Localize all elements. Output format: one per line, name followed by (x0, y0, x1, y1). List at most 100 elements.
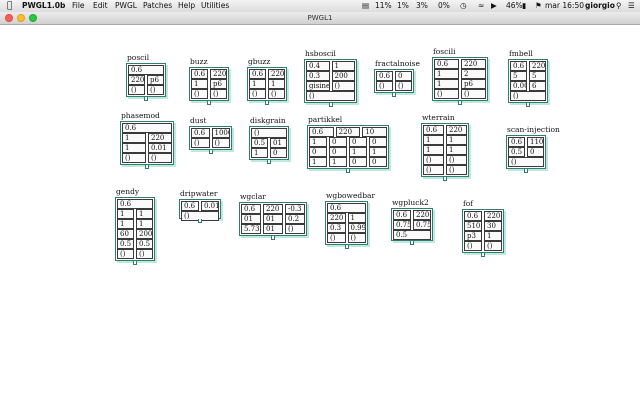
box-input-field[interactable]: 1 (191, 79, 208, 89)
box-input-field[interactable]: 0 (309, 147, 327, 157)
box-input-field[interactable]: 1 (329, 157, 347, 167)
box-input-field[interactable]: 5.735 (241, 224, 261, 234)
box-fractalnoise[interactable]: fractalnoise 0.6 0()() (374, 59, 420, 97)
box-outlet[interactable] (133, 261, 137, 265)
box-input-field[interactable]: 0.6 (191, 69, 208, 79)
box-outlet[interactable] (144, 97, 148, 101)
box-partikkel[interactable]: partikkel 0.6 220 10 1 0 0 0 0 0 1 1 1 1 0 0 (307, 115, 389, 173)
box-input-field[interactable]: 1 (251, 148, 268, 158)
box-input-field[interactable]: 0.6 (309, 127, 334, 137)
box-input-field[interactable]: 220 (335, 127, 361, 137)
box-input-field[interactable]: 1 (331, 61, 355, 71)
box-input-field[interactable]: () (461, 89, 486, 99)
box-wgclar[interactable]: wgclar0.6220-0.301010.25.73501() (239, 192, 307, 240)
box-input-field[interactable]: () (122, 153, 146, 163)
box-input-field[interactable]: () (191, 89, 208, 99)
box-input-field[interactable]: p3 (464, 231, 482, 241)
box-input-field[interactable]: 0.6 (327, 203, 366, 213)
box-input-field[interactable]: 01 (263, 214, 283, 224)
box-input-field[interactable]: 220 (484, 211, 502, 221)
box-input-field[interactable]: p6 (210, 79, 227, 89)
apple-icon[interactable]:  (7, 0, 12, 12)
box-input-field[interactable]: 0.75 (413, 220, 431, 230)
box-input-field[interactable]: 60 (117, 229, 134, 239)
box-input-field[interactable]: 0 (329, 147, 347, 157)
box-outlet[interactable] (346, 169, 350, 173)
box-input-field[interactable]: 220 (446, 125, 467, 135)
box-input-field[interactable]: 5 (529, 71, 546, 81)
box-input-field[interactable]: 0 (349, 137, 367, 147)
box-input-field[interactable]: 2000 (136, 229, 153, 239)
box-input-field[interactable]: () (395, 81, 412, 91)
box-input-field[interactable]: 1 (268, 79, 285, 89)
box-input-field[interactable]: 0.6 (508, 137, 525, 147)
box-input-field[interactable]: 0 (527, 147, 544, 157)
box-buzz[interactable]: buzz 0.6 220 1 p6()() (189, 57, 229, 105)
menu-pwgl[interactable]: PWGL (115, 0, 137, 12)
box-input-field[interactable]: 1 (484, 231, 502, 241)
box-input-field[interactable]: 0.6 (510, 61, 527, 71)
box-foscili[interactable]: foscili 0.6 220 1 2 1 p6()() (432, 47, 488, 105)
box-input-field[interactable]: () (147, 85, 164, 95)
box-input-field[interactable]: 0.6 (122, 123, 172, 133)
box-input-field[interactable]: 0 (369, 137, 387, 147)
minimize-window-button[interactable] (17, 14, 25, 22)
box-input-field[interactable]: 6 (529, 81, 546, 91)
box-input-field[interactable]: 0.01 (201, 201, 219, 211)
menu-file[interactable]: File (72, 0, 85, 12)
box-input-field[interactable]: () (446, 165, 467, 175)
battery-icon[interactable]: ▮ (522, 0, 526, 12)
window-title-bar[interactable]: PWGL1 (0, 12, 640, 25)
box-outlet[interactable] (410, 241, 414, 245)
box-fmbell[interactable]: fmbell 0.6220550.0056() (508, 49, 548, 107)
box-input-field[interactable]: 0 (369, 157, 387, 167)
box-input-field[interactable]: () (191, 138, 210, 148)
box-input-field[interactable]: () (268, 89, 285, 99)
box-input-field[interactable]: 220 (268, 69, 285, 79)
box-input-field[interactable]: () (423, 155, 444, 165)
box-input-field[interactable]: 1 (309, 137, 327, 147)
box-input-field[interactable]: 1 (349, 147, 367, 157)
box-input-field[interactable]: () (376, 81, 393, 91)
box-input-field[interactable]: 0.6 (249, 69, 266, 79)
box-outlet[interactable] (271, 236, 275, 240)
box-input-field[interactable]: 1 (446, 145, 467, 155)
box-dust[interactable]: dust 0.61000()() (189, 116, 232, 154)
box-input-field[interactable]: 220 (210, 69, 227, 79)
box-outlet[interactable] (443, 177, 447, 181)
box-input-field[interactable]: () (464, 241, 482, 251)
box-outlet[interactable] (524, 169, 528, 173)
box-input-field[interactable]: 2 (461, 69, 486, 79)
box-input-field[interactable]: 0.3 (327, 223, 346, 233)
box-poscil[interactable]: poscil 0.6 220 p6()() (126, 53, 166, 101)
box-input-field[interactable]: 0.5 (117, 239, 134, 249)
box-input-field[interactable]: () (327, 233, 346, 243)
box-input-field[interactable]: () (423, 165, 444, 175)
box-input-field[interactable]: 220 (128, 75, 145, 85)
box-dripwater[interactable]: dripwater 0.6 0.01() (179, 189, 221, 223)
activity-icon[interactable]: ▤ (362, 0, 369, 12)
box-input-field[interactable]: 0.6 (393, 210, 411, 220)
box-input-field[interactable]: 1 (309, 157, 327, 167)
box-input-field[interactable]: p6 (461, 79, 486, 89)
patch-canvas[interactable]: poscil 0.6 220 p6()() buzz 0.6 220 1 p6()() gbu… (0, 25, 640, 400)
box-input-field[interactable]: gisine (306, 81, 330, 91)
box-input-field[interactable]: () (251, 128, 287, 138)
box-input-field[interactable]: 1 (423, 145, 444, 155)
box-input-field[interactable]: 0.5 (393, 230, 431, 240)
box-input-field[interactable]: 0.6 (128, 65, 164, 75)
box-input-field[interactable]: () (508, 157, 544, 167)
box-input-field[interactable]: 220 (263, 204, 283, 214)
box-outlet[interactable] (267, 160, 271, 164)
box-input-field[interactable]: 0.6 (117, 199, 153, 209)
box-input-field[interactable]: 0.4 (306, 61, 330, 71)
box-input-field[interactable]: () (434, 89, 459, 99)
user-name[interactable]: giorgio (585, 0, 615, 12)
box-input-field[interactable]: 1 (122, 143, 146, 153)
box-input-field[interactable]: p6 (147, 75, 164, 85)
notification-icon[interactable]: ☰ (628, 0, 635, 12)
box-hsboscil[interactable]: hsboscil 0.4 1 0.3 200 gisine()() (304, 49, 357, 107)
box-input-field[interactable]: () (249, 89, 266, 99)
wifi-icon[interactable]: ≈ (478, 0, 484, 12)
box-input-field[interactable]: 1 (369, 147, 387, 157)
